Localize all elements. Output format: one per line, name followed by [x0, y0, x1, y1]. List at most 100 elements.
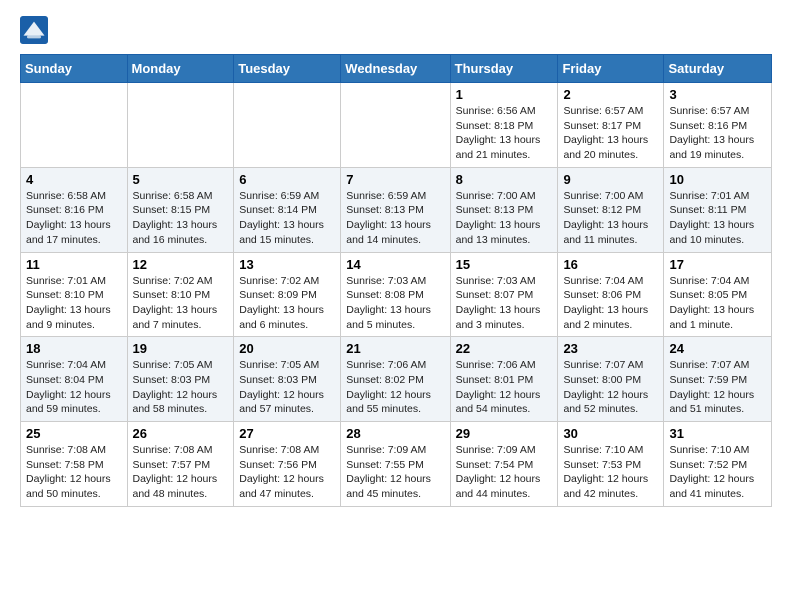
- calendar-cell: [127, 83, 234, 168]
- calendar-header-row: SundayMondayTuesdayWednesdayThursdayFrid…: [21, 55, 772, 83]
- day-detail: Sunrise: 7:10 AM Sunset: 7:53 PM Dayligh…: [563, 443, 658, 502]
- day-number: 5: [133, 172, 229, 187]
- col-header-saturday: Saturday: [664, 55, 772, 83]
- day-detail: Sunrise: 7:04 AM Sunset: 8:04 PM Dayligh…: [26, 358, 122, 417]
- day-detail: Sunrise: 6:57 AM Sunset: 8:16 PM Dayligh…: [669, 104, 766, 163]
- day-number: 15: [456, 257, 553, 272]
- day-detail: Sunrise: 7:00 AM Sunset: 8:12 PM Dayligh…: [563, 189, 658, 248]
- calendar-cell: 9Sunrise: 7:00 AM Sunset: 8:12 PM Daylig…: [558, 167, 664, 252]
- day-number: 6: [239, 172, 335, 187]
- calendar-cell: 4 Sunrise: 6:58 AM Sunset: 8:16 PM Daylig…: [21, 167, 128, 252]
- day-number: 30: [563, 426, 658, 441]
- calendar-cell: 15 Sunrise: 7:03 AM Sunset: 8:07 PM Dayli…: [450, 252, 558, 337]
- calendar-cell: 22 Sunrise: 7:06 AM Sunset: 8:01 PM Dayli…: [450, 337, 558, 422]
- day-number: 4: [26, 172, 122, 187]
- col-header-thursday: Thursday: [450, 55, 558, 83]
- calendar-cell: 7 Sunrise: 6:59 AM Sunset: 8:13 PM Daylig…: [341, 167, 450, 252]
- day-number: 1: [456, 87, 553, 102]
- col-header-monday: Monday: [127, 55, 234, 83]
- day-number: 11: [26, 257, 122, 272]
- calendar-cell: [341, 83, 450, 168]
- day-detail: Sunrise: 6:56 AM Sunset: 8:18 PM Dayligh…: [456, 104, 553, 163]
- day-number: 29: [456, 426, 553, 441]
- day-detail: Sunrise: 7:01 AM Sunset: 8:11 PM Dayligh…: [669, 189, 766, 248]
- calendar-cell: 18 Sunrise: 7:04 AM Sunset: 8:04 PM Dayli…: [21, 337, 128, 422]
- day-detail: Sunrise: 7:04 AM Sunset: 8:06 PM Dayligh…: [563, 274, 658, 333]
- day-number: 20: [239, 341, 335, 356]
- day-number: 10: [669, 172, 766, 187]
- day-detail: Sunrise: 6:59 AM Sunset: 8:14 PM Dayligh…: [239, 189, 335, 248]
- calendar-table: SundayMondayTuesdayWednesdayThursdayFrid…: [20, 54, 772, 507]
- calendar-week-2: 4 Sunrise: 6:58 AM Sunset: 8:16 PM Daylig…: [21, 167, 772, 252]
- calendar-cell: 17 Sunrise: 7:04 AM Sunset: 8:05 PM Dayli…: [664, 252, 772, 337]
- calendar-week-5: 25 Sunrise: 7:08 AM Sunset: 7:58 PM Dayli…: [21, 422, 772, 507]
- day-number: 23: [563, 341, 658, 356]
- calendar-cell: 1 Sunrise: 6:56 AM Sunset: 8:18 PM Daylig…: [450, 83, 558, 168]
- day-detail: Sunrise: 7:06 AM Sunset: 8:01 PM Dayligh…: [456, 358, 553, 417]
- day-detail: Sunrise: 7:04 AM Sunset: 8:05 PM Dayligh…: [669, 274, 766, 333]
- day-number: 18: [26, 341, 122, 356]
- day-number: 2: [563, 87, 658, 102]
- day-detail: Sunrise: 7:05 AM Sunset: 8:03 PM Dayligh…: [133, 358, 229, 417]
- day-detail: Sunrise: 6:59 AM Sunset: 8:13 PM Dayligh…: [346, 189, 444, 248]
- calendar-cell: 13 Sunrise: 7:02 AM Sunset: 8:09 PM Dayli…: [234, 252, 341, 337]
- day-detail: Sunrise: 6:58 AM Sunset: 8:16 PM Dayligh…: [26, 189, 122, 248]
- col-header-wednesday: Wednesday: [341, 55, 450, 83]
- day-detail: Sunrise: 7:06 AM Sunset: 8:02 PM Dayligh…: [346, 358, 444, 417]
- calendar-cell: 10 Sunrise: 7:01 AM Sunset: 8:11 PM Dayli…: [664, 167, 772, 252]
- calendar-cell: 23 Sunrise: 7:07 AM Sunset: 8:00 PM Dayli…: [558, 337, 664, 422]
- calendar-cell: 21 Sunrise: 7:06 AM Sunset: 8:02 PM Dayli…: [341, 337, 450, 422]
- day-detail: Sunrise: 7:02 AM Sunset: 8:09 PM Dayligh…: [239, 274, 335, 333]
- day-number: 17: [669, 257, 766, 272]
- calendar-cell: 19 Sunrise: 7:05 AM Sunset: 8:03 PM Dayli…: [127, 337, 234, 422]
- day-number: 14: [346, 257, 444, 272]
- calendar-cell: 30 Sunrise: 7:10 AM Sunset: 7:53 PM Dayli…: [558, 422, 664, 507]
- calendar-cell: 20 Sunrise: 7:05 AM Sunset: 8:03 PM Dayli…: [234, 337, 341, 422]
- calendar-cell: [234, 83, 341, 168]
- calendar-cell: 31Sunrise: 7:10 AM Sunset: 7:52 PM Dayli…: [664, 422, 772, 507]
- day-number: 19: [133, 341, 229, 356]
- header: [20, 16, 772, 44]
- logo: [20, 16, 52, 44]
- day-number: 27: [239, 426, 335, 441]
- day-number: 3: [669, 87, 766, 102]
- day-number: 16: [563, 257, 658, 272]
- calendar-week-3: 11 Sunrise: 7:01 AM Sunset: 8:10 PM Dayli…: [21, 252, 772, 337]
- calendar-cell: 24Sunrise: 7:07 AM Sunset: 7:59 PM Dayli…: [664, 337, 772, 422]
- day-number: 25: [26, 426, 122, 441]
- day-detail: Sunrise: 7:08 AM Sunset: 7:58 PM Dayligh…: [26, 443, 122, 502]
- day-detail: Sunrise: 7:03 AM Sunset: 8:08 PM Dayligh…: [346, 274, 444, 333]
- calendar-cell: 29 Sunrise: 7:09 AM Sunset: 7:54 PM Dayli…: [450, 422, 558, 507]
- day-number: 8: [456, 172, 553, 187]
- day-detail: Sunrise: 7:07 AM Sunset: 7:59 PM Dayligh…: [669, 358, 766, 417]
- day-detail: Sunrise: 7:09 AM Sunset: 7:54 PM Dayligh…: [456, 443, 553, 502]
- calendar-cell: 25 Sunrise: 7:08 AM Sunset: 7:58 PM Dayli…: [21, 422, 128, 507]
- day-detail: Sunrise: 6:58 AM Sunset: 8:15 PM Dayligh…: [133, 189, 229, 248]
- col-header-sunday: Sunday: [21, 55, 128, 83]
- calendar-cell: 14 Sunrise: 7:03 AM Sunset: 8:08 PM Dayli…: [341, 252, 450, 337]
- calendar-cell: 27Sunrise: 7:08 AM Sunset: 7:56 PM Dayli…: [234, 422, 341, 507]
- calendar-week-4: 18 Sunrise: 7:04 AM Sunset: 8:04 PM Dayli…: [21, 337, 772, 422]
- day-detail: Sunrise: 7:00 AM Sunset: 8:13 PM Dayligh…: [456, 189, 553, 248]
- day-number: 13: [239, 257, 335, 272]
- day-number: 12: [133, 257, 229, 272]
- day-number: 21: [346, 341, 444, 356]
- col-header-tuesday: Tuesday: [234, 55, 341, 83]
- day-number: 22: [456, 341, 553, 356]
- day-detail: Sunrise: 7:01 AM Sunset: 8:10 PM Dayligh…: [26, 274, 122, 333]
- calendar-week-1: 1 Sunrise: 6:56 AM Sunset: 8:18 PM Daylig…: [21, 83, 772, 168]
- day-number: 28: [346, 426, 444, 441]
- day-detail: Sunrise: 7:07 AM Sunset: 8:00 PM Dayligh…: [563, 358, 658, 417]
- day-number: 26: [133, 426, 229, 441]
- calendar-cell: 11 Sunrise: 7:01 AM Sunset: 8:10 PM Dayli…: [21, 252, 128, 337]
- day-number: 7: [346, 172, 444, 187]
- calendar-cell: 6 Sunrise: 6:59 AM Sunset: 8:14 PM Daylig…: [234, 167, 341, 252]
- calendar-cell: 8 Sunrise: 7:00 AM Sunset: 8:13 PM Daylig…: [450, 167, 558, 252]
- calendar-cell: 3 Sunrise: 6:57 AM Sunset: 8:16 PM Daylig…: [664, 83, 772, 168]
- calendar-cell: 28Sunrise: 7:09 AM Sunset: 7:55 PM Dayli…: [341, 422, 450, 507]
- day-detail: Sunrise: 7:03 AM Sunset: 8:07 PM Dayligh…: [456, 274, 553, 333]
- calendar-cell: 2Sunrise: 6:57 AM Sunset: 8:17 PM Daylig…: [558, 83, 664, 168]
- day-detail: Sunrise: 7:10 AM Sunset: 7:52 PM Dayligh…: [669, 443, 766, 502]
- day-detail: Sunrise: 7:05 AM Sunset: 8:03 PM Dayligh…: [239, 358, 335, 417]
- calendar-cell: 16 Sunrise: 7:04 AM Sunset: 8:06 PM Dayli…: [558, 252, 664, 337]
